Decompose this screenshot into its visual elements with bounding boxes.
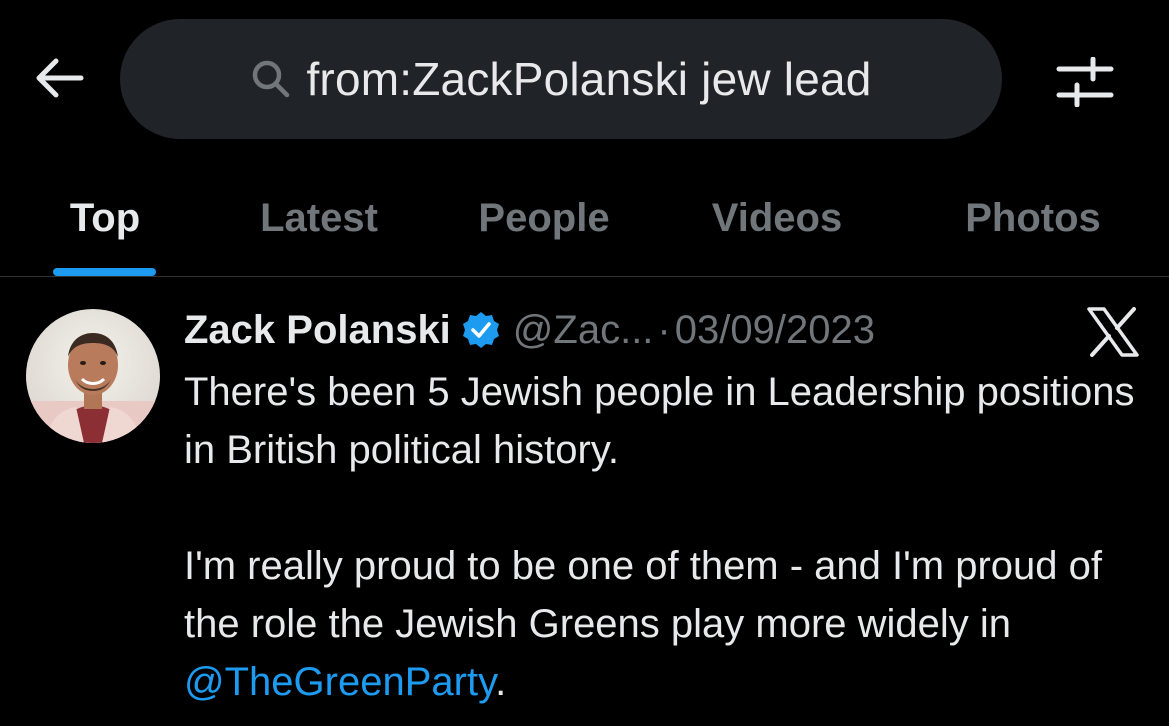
profile-photo-icon (26, 309, 160, 443)
tweet-text: There's been 5 Jewish people in Leadersh… (184, 363, 1144, 711)
verified-badge-icon (462, 312, 499, 348)
search-input[interactable]: from:ZackPolanski jew lead (120, 19, 1002, 139)
x-logo-icon[interactable] (1086, 307, 1140, 357)
tab-top[interactable]: Top (40, 160, 170, 276)
tweet-paragraph-1: There's been 5 Jewish people in Leadersh… (184, 370, 1135, 472)
tab-videos-label: Videos (711, 195, 843, 240)
back-button[interactable] (30, 52, 88, 104)
tab-people-label: People (478, 195, 610, 240)
tweet-paragraph-2: I'm really proud to be one of them - and… (184, 537, 1144, 711)
tweet-header: Zack Polanski @Zac... · 03/09/2023 (184, 305, 875, 355)
active-tab-indicator (53, 268, 156, 276)
avatar[interactable] (26, 309, 160, 443)
tab-people[interactable]: People (455, 160, 633, 276)
search-content: from:ZackPolanski jew lead (250, 52, 871, 106)
tab-photos[interactable]: Photos (940, 160, 1126, 276)
search-icon (253, 60, 290, 98)
search-tabs: Top Latest People Videos Photos (0, 160, 1169, 277)
tweet[interactable]: Zack Polanski @Zac... · 03/09/2023 There… (0, 277, 1169, 726)
tab-latest-label: Latest (260, 195, 378, 240)
tab-photos-label: Photos (965, 195, 1101, 240)
separator-dot: · (657, 307, 671, 352)
author-name[interactable]: Zack Polanski (184, 308, 451, 353)
sliders-icon (1056, 57, 1114, 107)
mention-link[interactable]: @TheGreenParty (184, 660, 495, 704)
tab-videos[interactable]: Videos (690, 160, 864, 276)
author-handle[interactable]: @Zac... (513, 308, 654, 353)
tweet-paragraph-2-text: I'm really proud to be one of them - and… (184, 544, 1102, 646)
arrow-left-icon (36, 58, 84, 98)
tab-latest[interactable]: Latest (238, 160, 400, 276)
search-settings-button[interactable] (1050, 52, 1120, 112)
tweet-paragraph-2-end: . (495, 660, 507, 704)
search-query-text: from:ZackPolanski jew lead (306, 53, 872, 105)
tab-top-label: Top (69, 195, 141, 240)
search-header: from:ZackPolanski jew lead (0, 0, 1169, 160)
tweet-date[interactable]: 03/09/2023 (675, 308, 875, 353)
